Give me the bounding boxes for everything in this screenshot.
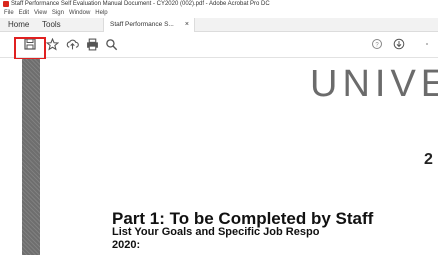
tab-document-label: Staff Performance S...	[110, 21, 174, 28]
tab-tools[interactable]: Tools	[42, 18, 76, 32]
document-header-text: UNIVE	[310, 63, 438, 105]
tab-close-icon[interactable]: ×	[185, 18, 189, 32]
tab-home[interactable]: Home	[8, 18, 38, 32]
menu-file[interactable]: File	[4, 10, 14, 16]
bookmark-star-icon[interactable]	[45, 37, 59, 52]
window-title-bar: Staff Performance Self Evaluation Manual…	[0, 0, 438, 9]
menu-edit[interactable]: Edit	[19, 10, 29, 16]
tab-bar: Home Tools Staff Performance S... ×	[0, 18, 438, 32]
more-tools-icon[interactable]	[420, 38, 434, 52]
window-title: Staff Performance Self Evaluation Manual…	[11, 1, 270, 7]
menu-window[interactable]: Window	[69, 10, 90, 16]
menu-view[interactable]: View	[34, 10, 47, 16]
svg-text:?: ?	[375, 42, 379, 48]
menu-bar: File Edit View Sign Window Help	[0, 9, 438, 18]
menu-sign[interactable]: Sign	[52, 10, 64, 16]
download-icon[interactable]	[392, 38, 406, 52]
help-icon[interactable]: ?	[370, 38, 384, 52]
menu-help[interactable]: Help	[95, 10, 107, 16]
document-gutter	[22, 59, 40, 255]
save-icon-highlight	[14, 37, 46, 60]
print-icon[interactable]	[85, 38, 99, 52]
document-year-line: 2020:	[112, 239, 141, 251]
upload-icon[interactable]	[65, 38, 79, 52]
acrobat-app-icon	[3, 1, 9, 7]
tab-document[interactable]: Staff Performance S... ×	[103, 18, 195, 32]
search-icon[interactable]	[104, 38, 118, 52]
document-page: UNIVE 2 Part 1: To be Completed by Staff…	[40, 59, 438, 255]
document-number-text: 2	[424, 151, 433, 168]
document-goals-line: List Your Goals and Specific Job Respo	[112, 226, 320, 238]
toolbar: ?	[0, 32, 438, 58]
left-panel	[0, 59, 22, 255]
